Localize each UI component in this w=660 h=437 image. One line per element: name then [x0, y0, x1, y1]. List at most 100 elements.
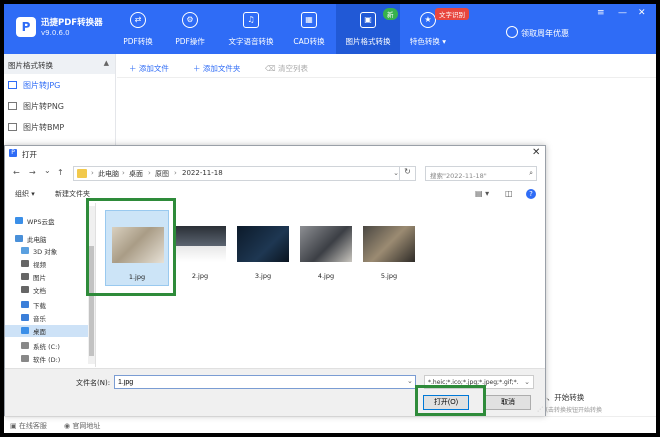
- collapse-icon[interactable]: ▲: [104, 59, 109, 67]
- nav-pane-item[interactable]: 系统 (C:): [5, 340, 95, 352]
- new-folder-button[interactable]: 新建文件夹: [55, 189, 90, 199]
- nav-pane-item-label: 桌面: [33, 328, 46, 336]
- help-icon[interactable]: ?: [526, 189, 536, 199]
- nav-pane-item[interactable]: 桌面: [5, 325, 95, 337]
- nav-label: 文字语音转换: [228, 37, 274, 46]
- nav-pane-item-label: 视频: [33, 261, 46, 269]
- app-logo-icon: P: [16, 17, 36, 37]
- breadcrumb-date-folder[interactable]: 2022-11-18: [182, 169, 223, 177]
- file-name: 5.jpg: [380, 272, 398, 280]
- file-tile[interactable]: 5.jpg: [357, 210, 421, 286]
- up-folder-icon[interactable]: ↑: [57, 168, 64, 177]
- image-thumbnail: [237, 226, 289, 262]
- close-icon[interactable]: ✕: [638, 8, 646, 18]
- app-version: v9.0.6.0: [41, 29, 70, 37]
- nav-label: PDF转换: [123, 37, 153, 46]
- refresh-icon[interactable]: ↻: [399, 167, 415, 180]
- breadcrumb-separator: ›: [148, 169, 151, 177]
- breadcrumb-separator: ›: [174, 169, 177, 177]
- pdf-convert-icon: ⇄: [130, 12, 146, 28]
- search-placeholder: 搜索"2022-11-18": [430, 172, 487, 180]
- website-link[interactable]: ◉ 官网地址: [64, 421, 100, 431]
- nav-pane-item[interactable]: 文档: [5, 284, 95, 296]
- nav-pane-item-label: 音乐: [33, 315, 46, 323]
- address-row: ← → ⌄ ↑ › 此电脑 › 桌面 › 原图 › 2022-11-18 ⌄ ↻…: [5, 163, 545, 183]
- organize-menu[interactable]: 组织 ▾: [15, 189, 35, 199]
- sidebar-item-to-jpg[interactable]: 图片转JPG: [4, 74, 115, 95]
- minimize-icon[interactable]: —: [618, 8, 627, 18]
- search-icon[interactable]: ⌕: [529, 169, 533, 178]
- nav-pane-item[interactable]: 下载: [5, 299, 95, 311]
- dialog-titlebar: P 打开 ✕: [5, 146, 545, 162]
- sidebar-header[interactable]: 图片格式转换 ▲: [4, 54, 115, 74]
- music-icon: [21, 314, 29, 321]
- resize-grip-icon[interactable]: ⋰: [537, 406, 543, 413]
- computer-icon: [15, 235, 23, 242]
- status-bar: ▣ 在线客服 ◉ 官网地址: [4, 416, 656, 433]
- drive-c-icon: [21, 342, 29, 349]
- nav-pane-item[interactable]: 软件 (D:): [5, 353, 95, 365]
- breadcrumb-separator: ›: [122, 169, 125, 177]
- nav-pdf-convert[interactable]: ⇄ PDF转换: [112, 4, 164, 54]
- nav-pane-item[interactable]: 3D 对象: [5, 245, 95, 257]
- nav-label: CAD转换: [293, 37, 325, 46]
- nav-cad[interactable]: ▦ CAD转换: [284, 4, 334, 54]
- nav-pane-item-label: WPS云盘: [27, 218, 55, 226]
- forward-icon[interactable]: →: [29, 168, 36, 177]
- menu-icon[interactable]: ≡: [597, 8, 605, 18]
- image-icon: [8, 81, 17, 89]
- back-icon[interactable]: ←: [13, 168, 20, 177]
- dialog-close-icon[interactable]: ✕: [532, 147, 540, 158]
- user-icon[interactable]: [506, 26, 518, 38]
- filename-input[interactable]: [114, 375, 416, 389]
- file-name: 4.jpg: [317, 272, 335, 280]
- nav-pane-item-label: 软件 (D:): [33, 356, 61, 364]
- nav-label: 图片格式转换: [345, 37, 391, 46]
- clear-list-button[interactable]: ⌫ 清空列表: [265, 63, 308, 74]
- file-tile[interactable]: 4.jpg: [294, 210, 358, 286]
- start-convert-subhint: 点击转换按钮开始转换: [542, 407, 603, 414]
- nav-pdf-ops[interactable]: ⚙ PDF操作: [164, 4, 216, 54]
- sidebar-item-to-png[interactable]: 图片转PNG: [4, 95, 115, 116]
- nav-pane-item-label: 文档: [33, 287, 46, 295]
- recent-locations-icon[interactable]: ⌄: [44, 166, 51, 175]
- view-options-icon[interactable]: ▤ ▾: [475, 189, 489, 198]
- nav-pane-item[interactable]: 此电脑: [5, 233, 95, 245]
- file-tile[interactable]: 2.jpg: [168, 210, 232, 286]
- image-thumbnail: [174, 226, 226, 262]
- cancel-button[interactable]: 取消: [485, 395, 531, 410]
- folder-icon: [77, 169, 87, 178]
- address-bar[interactable]: › 此电脑 › 桌面 › 原图 › 2022-11-18 ⌄: [73, 166, 416, 181]
- nav-text-voice[interactable]: ♫ 文字语音转换: [220, 4, 282, 54]
- sidebar-item-label: 图片转PNG: [23, 102, 65, 111]
- add-file-button[interactable]: ＋ 添加文件: [129, 63, 169, 74]
- feature-icon: ★: [420, 12, 436, 28]
- add-folder-button[interactable]: ＋ 添加文件夹: [193, 63, 240, 74]
- breadcrumb-desktop[interactable]: 桌面: [129, 169, 143, 179]
- sidebar-item-label: 图片转BMP: [23, 123, 65, 132]
- nav-pane-item[interactable]: 视频: [5, 258, 95, 270]
- 3d-icon: [21, 247, 29, 254]
- anniversary-offer-link[interactable]: 领取周年优惠: [521, 28, 569, 39]
- nav-pane-item[interactable]: 图片: [5, 271, 95, 283]
- video-icon: [21, 260, 29, 267]
- desktop-icon: [21, 327, 29, 334]
- filename-dropdown-icon[interactable]: ⌄: [407, 377, 413, 385]
- nav-pane-item[interactable]: 音乐: [5, 312, 95, 324]
- highlight-box-open-button: [415, 385, 486, 416]
- chevron-down-icon: ⌄: [524, 378, 530, 386]
- nav-label: 特色转换 ▾: [409, 37, 447, 46]
- main-toolbar: ＋ 添加文件 ＋ 添加文件夹 ⌫ 清空列表: [117, 56, 656, 78]
- promo-badge[interactable]: 文字识别: [435, 8, 469, 20]
- preview-pane-icon[interactable]: ◫: [505, 189, 513, 198]
- file-tile[interactable]: 3.jpg: [231, 210, 295, 286]
- breadcrumb-this-pc[interactable]: 此电脑: [98, 169, 119, 179]
- breadcrumb-originals[interactable]: 原图: [155, 169, 169, 179]
- search-input[interactable]: 搜索"2022-11-18" ⌕: [425, 166, 537, 181]
- nav-pane-item[interactable]: WPS云盘: [5, 215, 95, 227]
- nav-pane-item-label: 3D 对象: [33, 248, 58, 256]
- breadcrumb-separator: ›: [91, 169, 94, 177]
- online-service-link[interactable]: ▣ 在线客服: [10, 421, 47, 431]
- sidebar-item-to-bmp[interactable]: 图片转BMP: [4, 116, 115, 137]
- image-icon: [8, 102, 17, 110]
